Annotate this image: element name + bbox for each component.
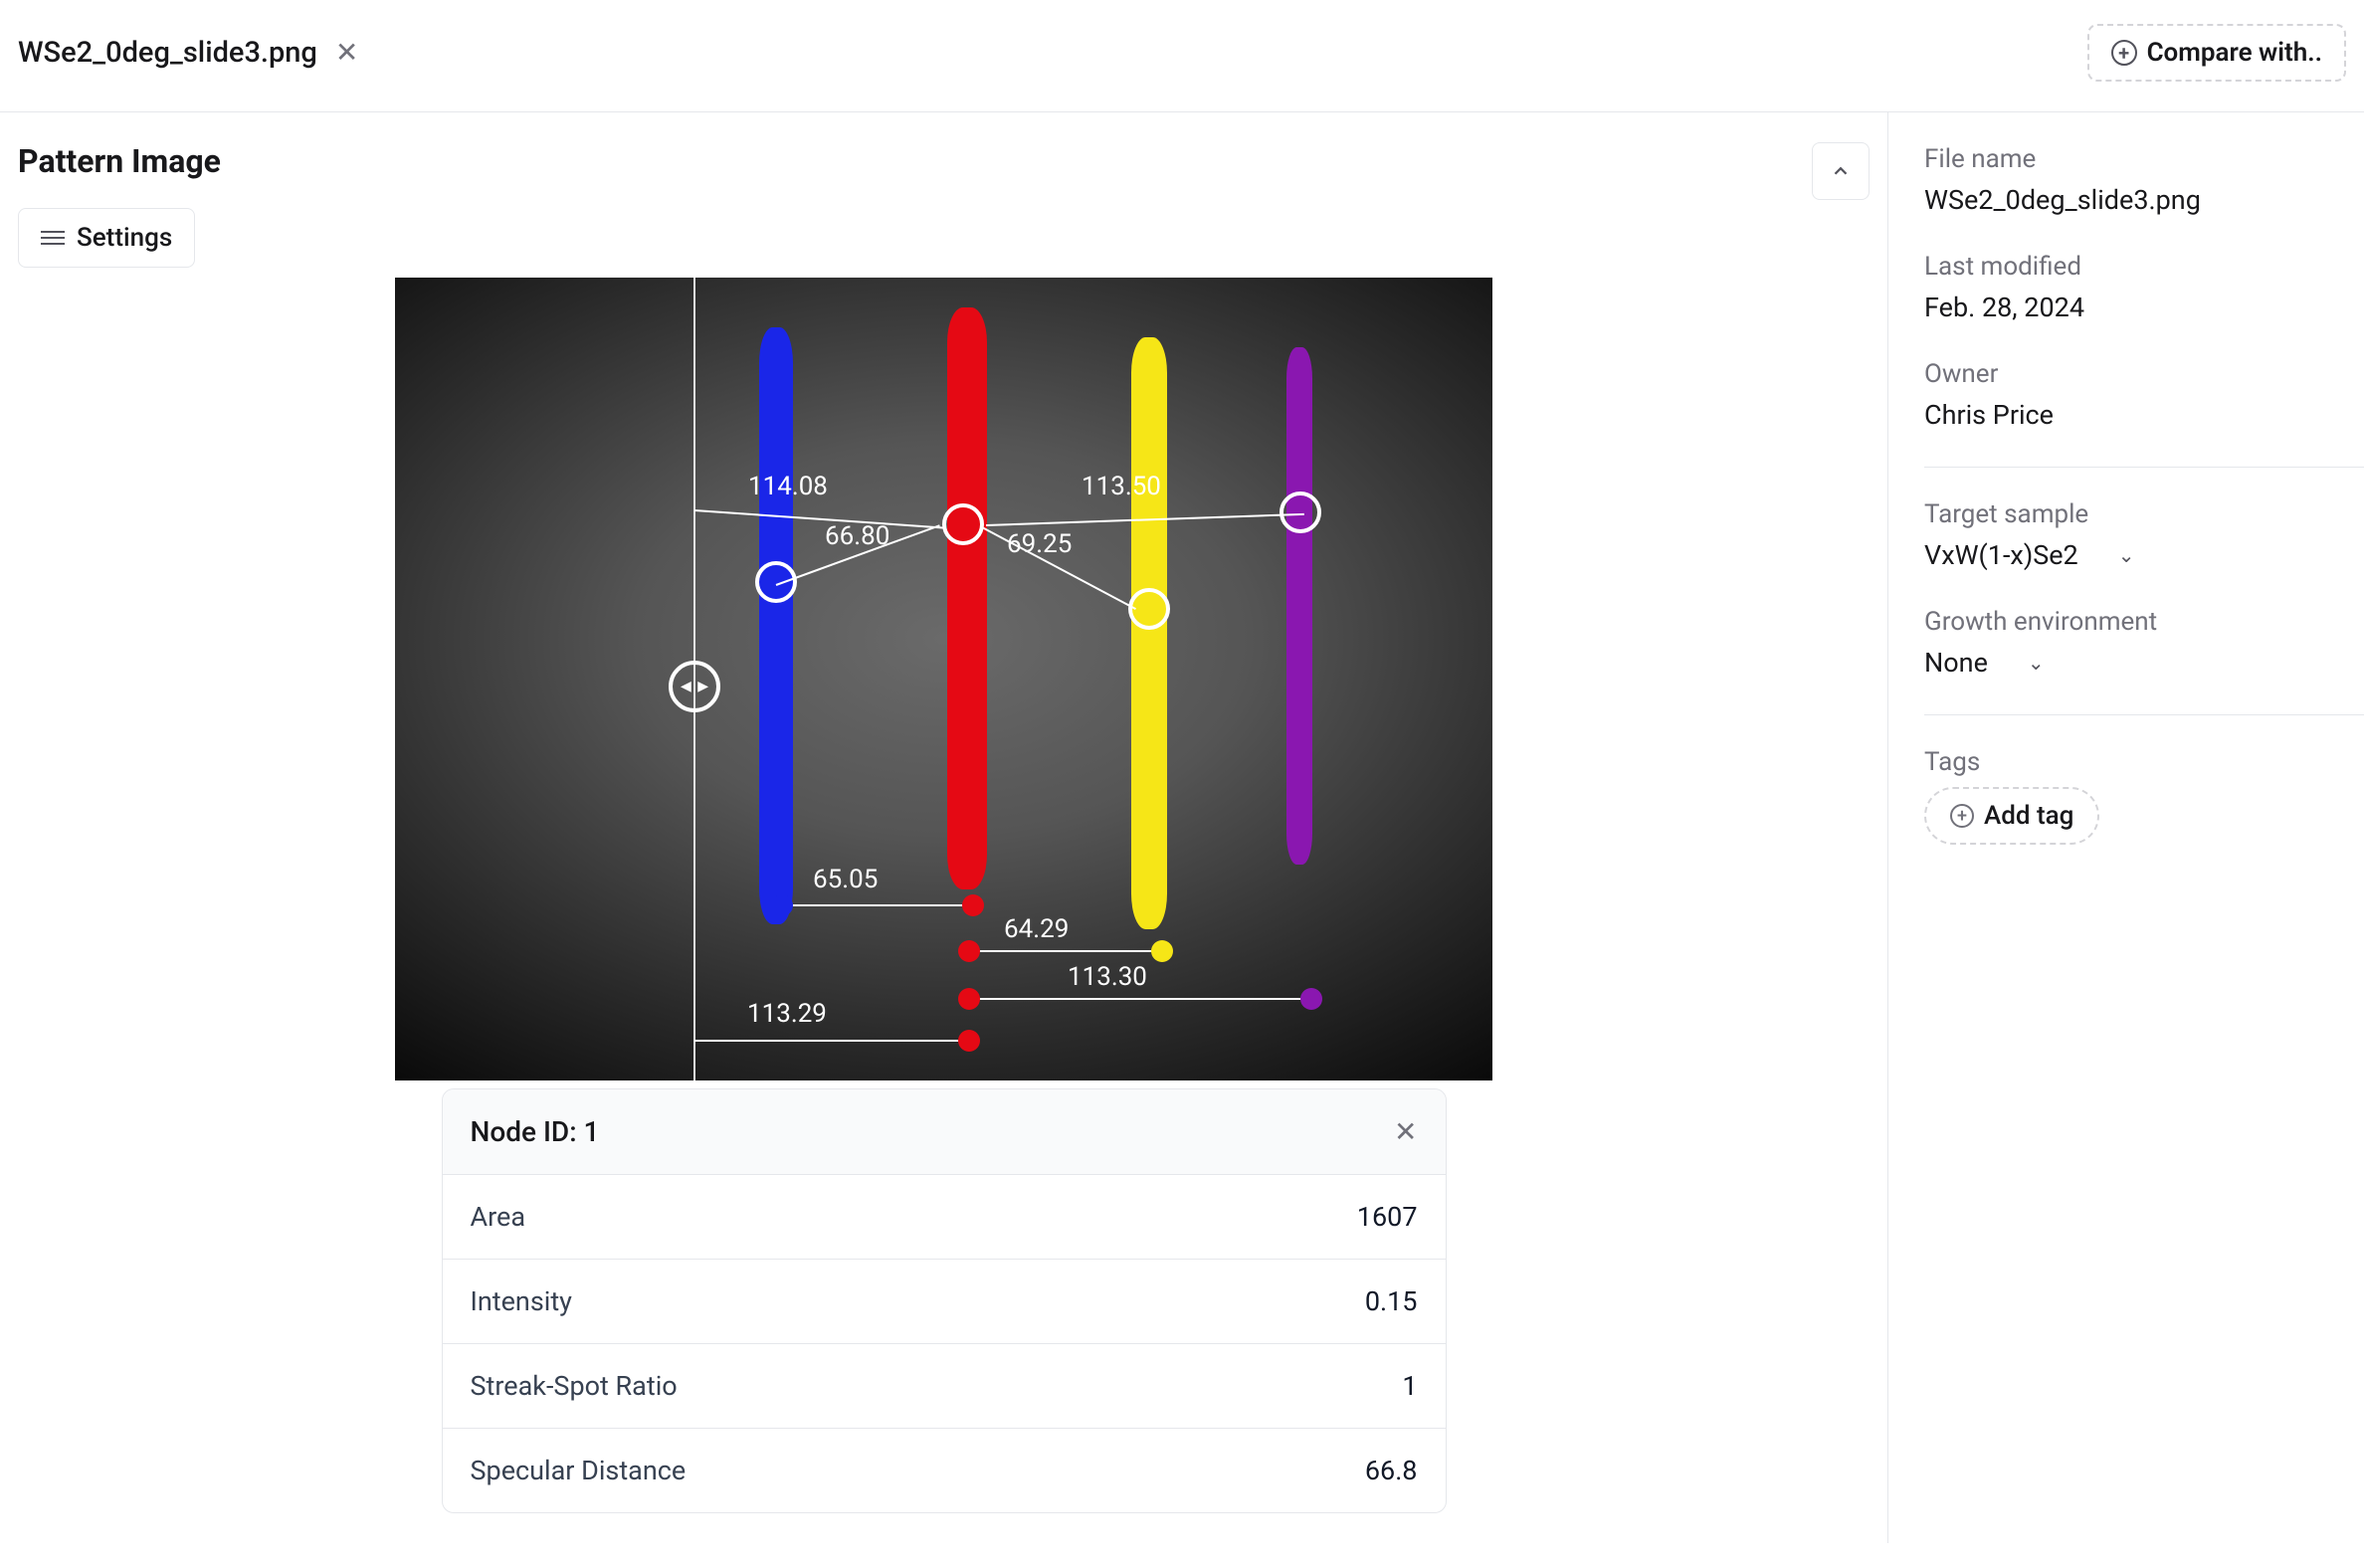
chevron-up-icon xyxy=(1830,160,1852,182)
segment xyxy=(694,509,945,529)
divider xyxy=(1924,714,2364,715)
streak-red xyxy=(947,307,987,889)
streak-blue xyxy=(759,327,793,924)
node-panel-row: Area 1607 xyxy=(443,1175,1446,1260)
field-label-last-modified: Last modified xyxy=(1924,252,2364,282)
growth-env-select[interactable]: None ⌄ xyxy=(1924,647,2364,679)
add-tag-button[interactable]: + Add tag xyxy=(1924,787,2099,845)
growth-env-value: None xyxy=(1924,647,1988,679)
divider xyxy=(1924,467,2364,468)
measurement-label: 64.29 xyxy=(1004,914,1069,944)
node-panel-title: Node ID: 1 xyxy=(471,1115,600,1148)
settings-label: Settings xyxy=(77,223,172,253)
dot xyxy=(1300,988,1322,1010)
section-title: Pattern Image xyxy=(18,142,221,180)
node-ring[interactable] xyxy=(1280,491,1321,533)
dot xyxy=(771,894,793,916)
node-ring[interactable] xyxy=(1128,588,1170,630)
plus-circle-icon: + xyxy=(2111,40,2137,66)
dot xyxy=(1151,940,1173,962)
segment xyxy=(972,950,1161,952)
row-label: Specular Distance xyxy=(471,1455,687,1486)
measurement-label: 69.25 xyxy=(1007,529,1072,559)
chevron-down-icon: ⌄ xyxy=(2028,651,2045,675)
segment xyxy=(694,1040,973,1042)
row-value: 1 xyxy=(1402,1370,1417,1402)
streak-purple xyxy=(1286,347,1312,865)
measurement-label: 66.80 xyxy=(825,521,889,551)
segment xyxy=(786,904,972,906)
streak-yellow xyxy=(1131,337,1167,929)
field-value-last-modified: Feb. 28, 2024 xyxy=(1924,292,2364,323)
settings-button[interactable]: Settings xyxy=(18,208,195,268)
chevron-down-icon: ⌄ xyxy=(2118,543,2135,567)
row-value: 66.8 xyxy=(1365,1455,1418,1486)
field-label-filename: File name xyxy=(1924,144,2364,174)
measurement-label: 65.05 xyxy=(813,865,878,894)
dot xyxy=(958,988,980,1010)
field-label-owner: Owner xyxy=(1924,359,2364,389)
segment xyxy=(972,998,1310,1000)
compare-with-label: Compare with.. xyxy=(2147,38,2322,68)
row-label: Area xyxy=(471,1201,526,1233)
plus-circle-icon: + xyxy=(1950,804,1974,828)
node-panel-row: Streak-Spot Ratio 1 xyxy=(443,1344,1446,1429)
slider-handle[interactable] xyxy=(669,661,720,712)
node-details-panel: Node ID: 1 ✕ Area 1607 Intensity 0.15 St… xyxy=(442,1088,1447,1513)
dot xyxy=(962,894,984,916)
row-label: Streak-Spot Ratio xyxy=(471,1370,678,1402)
measurement-label: 113.29 xyxy=(747,999,827,1029)
field-label-tags: Tags xyxy=(1924,747,2364,777)
sliders-icon xyxy=(41,226,65,250)
dot xyxy=(958,940,980,962)
add-tag-label: Add tag xyxy=(1984,801,2073,831)
field-label-target-sample: Target sample xyxy=(1924,499,2364,529)
collapse-section-button[interactable] xyxy=(1812,142,1870,200)
row-value: 0.15 xyxy=(1365,1285,1418,1317)
dot xyxy=(958,1030,980,1052)
row-value: 1607 xyxy=(1357,1201,1418,1233)
close-panel-icon[interactable]: ✕ xyxy=(1394,1115,1417,1148)
measurement-label: 113.50 xyxy=(1082,472,1161,501)
node-panel-row: Intensity 0.15 xyxy=(443,1260,1446,1344)
node-ring[interactable] xyxy=(755,561,797,603)
measurement-label: 113.30 xyxy=(1068,962,1147,992)
field-value-filename: WSe2_0deg_slide3.png xyxy=(1924,184,2364,216)
open-file-tab[interactable]: WSe2_0deg_slide3.png xyxy=(18,36,317,70)
field-label-growth-env: Growth environment xyxy=(1924,607,2364,637)
target-sample-value: VxW(1-x)Se2 xyxy=(1924,539,2078,571)
pattern-image-viewer[interactable]: 114.08 66.80 69.25 113.50 65.05 64.29 11… xyxy=(395,278,1492,1080)
node-panel-row: Specular Distance 66.8 xyxy=(443,1429,1446,1512)
measurement-label: 114.08 xyxy=(748,472,828,501)
details-sidebar: File name WSe2_0deg_slide3.png Last modi… xyxy=(1887,112,2364,1543)
target-sample-select[interactable]: VxW(1-x)Se2 ⌄ xyxy=(1924,539,2364,571)
close-tab-icon[interactable]: ✕ xyxy=(335,39,358,67)
compare-with-button[interactable]: + Compare with.. xyxy=(2087,24,2346,82)
row-label: Intensity xyxy=(471,1285,572,1317)
field-value-owner: Chris Price xyxy=(1924,399,2364,431)
node-ring[interactable] xyxy=(942,503,984,545)
